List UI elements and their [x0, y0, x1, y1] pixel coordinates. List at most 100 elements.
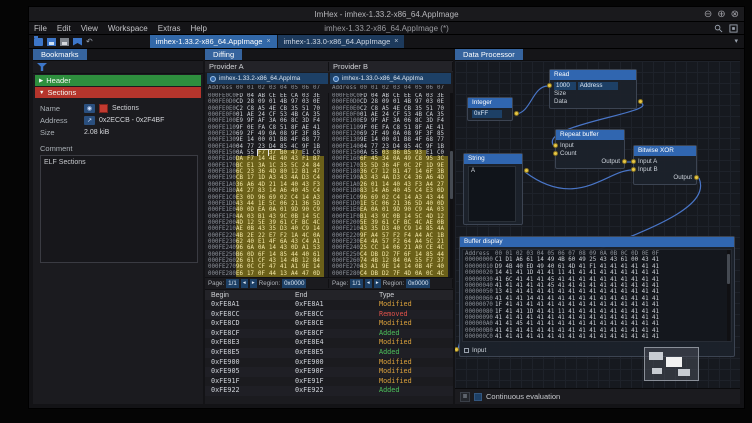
byte-cell[interactable]: 4C [437, 271, 448, 277]
byte-cell[interactable]: 17 [247, 271, 258, 277]
node-pin[interactable] [622, 159, 627, 164]
titlebar[interactable]: ImHex - imhex-1.33.2-x86_64.AppImage ⊖ ⊕… [29, 7, 744, 22]
save-icon[interactable] [47, 38, 56, 46]
node-bitwise-xor[interactable]: Bitwise XOR Input A Input B Output [633, 145, 697, 185]
col-begin[interactable]: Begin [205, 292, 289, 299]
save-as-icon[interactable] [60, 38, 69, 46]
expand-arrow-icon[interactable]: ▼ [39, 90, 44, 96]
page-prev-button[interactable]: ◂ [365, 279, 372, 288]
byte-cell[interactable]: 44 [269, 271, 280, 277]
lock-icon[interactable]: ◉ [84, 104, 95, 113]
string-value-input[interactable]: A [468, 166, 516, 222]
node-read-title[interactable]: Read [550, 70, 636, 80]
byte-cell[interactable]: 0C [426, 271, 437, 277]
menu-help[interactable]: Help [185, 24, 211, 33]
evaluation-log-icon[interactable]: ≣ [460, 392, 470, 402]
fullscreen-icon[interactable] [729, 24, 738, 33]
doc-tab-2[interactable]: imhex-1.33.0-x86_64.AppImage × [278, 35, 405, 48]
tab-bookmarks[interactable]: Bookmarks [33, 49, 87, 60]
provider-b-hex[interactable]: 000FE0C0FD04ABCEEECA033E000FE0D0CD280901… [329, 93, 453, 277]
diff-row[interactable]: 0xFE8E30xFE8E4Modified [205, 338, 453, 348]
bookmark-icon[interactable] [73, 38, 82, 46]
byte-cell[interactable]: 0A [415, 271, 426, 277]
comment-textarea[interactable]: ELF Sections [40, 155, 198, 263]
doc-tab-1-close-icon[interactable]: × [266, 38, 270, 45]
node-pin[interactable] [553, 151, 558, 156]
byte-cell[interactable]: D2 [382, 271, 393, 277]
node-pin[interactable] [455, 347, 459, 352]
node-string[interactable]: String A [463, 153, 523, 225]
provider-a-hex[interactable]: 000FE0C0FD04ABCEEECA033E000FE0D0CD280901… [205, 93, 329, 277]
byte-cell[interactable]: 7F [393, 271, 404, 277]
node-pin[interactable] [631, 167, 636, 172]
node-repeat-buffer[interactable]: Repeat buffer Input Count Output [555, 129, 625, 169]
bookmark-entry-sections[interactable]: ▼ Sections [35, 87, 201, 98]
diff-row[interactable]: 0xFE8CD0xFE8CEModified [205, 319, 453, 329]
hex-scrollbar[interactable] [450, 93, 453, 277]
read-address-input[interactable]: Address [578, 82, 618, 90]
region-value-a[interactable]: 0x0000 [282, 279, 306, 288]
open-file-icon[interactable] [34, 38, 43, 46]
undo-icon[interactable]: ↶ [86, 38, 93, 46]
bookmark-entry-header[interactable]: ▶ Header [35, 75, 201, 86]
page-value-b[interactable]: 1/1 [350, 279, 363, 288]
menu-edit[interactable]: Edit [52, 24, 76, 33]
address-value[interactable]: 0x2ECCB - 0x2F4BF [99, 117, 164, 124]
menu-extras[interactable]: Extras [153, 24, 186, 33]
buffer-hex-view[interactable]: Address00 01 02 03 04 05 06 07 08 09 0A … [462, 249, 732, 342]
buffer-hex-row[interactable]: 000000C041 41 41 41 41 41 41 41 41 41 41… [465, 334, 729, 340]
node-canvas[interactable]: Integer 0xFF Read 1000 Address [455, 61, 740, 388]
tab-diffing[interactable]: Diffing [205, 49, 242, 60]
bookmark-color-swatch[interactable] [99, 104, 108, 113]
menu-workspace[interactable]: Workspace [103, 24, 153, 33]
tab-data-processor[interactable]: Data Processor [455, 49, 523, 60]
byte-cell[interactable]: 4D [404, 271, 415, 277]
node-integer-title[interactable]: Integer [468, 98, 512, 108]
node-pin[interactable] [631, 159, 636, 164]
search-icon[interactable] [714, 24, 723, 33]
byte-cell[interactable]: 13 [280, 271, 291, 277]
region-value-b[interactable]: 0x0000 [406, 279, 430, 288]
buffer-scrollbar[interactable] [727, 250, 730, 341]
node-string-title[interactable]: String [464, 154, 522, 164]
collapse-arrow-icon[interactable]: ▶ [39, 78, 43, 84]
jump-to-address-icon[interactable]: ↗ [84, 116, 95, 125]
byte-cell[interactable]: 0F [258, 271, 269, 277]
byte-cell[interactable]: E6 [236, 271, 247, 277]
integer-value-input[interactable]: 0xFF [472, 110, 502, 118]
maximize-button[interactable]: ⊕ [717, 7, 725, 22]
provider-b-select[interactable]: imhex-1.33.0-x86_64.AppIma [330, 73, 451, 84]
hex-row[interactable]: 000FE280C4DBD27F4D0A0C4C [332, 271, 452, 277]
close-button[interactable]: ⊗ [731, 7, 739, 22]
node-integer[interactable]: Integer 0xFF [467, 97, 513, 121]
provider-a-select[interactable]: imhex-1.33.2-x86_64.AppIma [207, 73, 328, 84]
chevron-down-icon[interactable]: ▾ [734, 37, 738, 45]
continuous-evaluation-checkbox[interactable] [474, 393, 482, 401]
name-value[interactable]: Sections [112, 105, 139, 112]
node-read[interactable]: Read 1000 Address Size Data [549, 69, 637, 109]
hex-row[interactable]: 000FE280E6170F4413A4470D [208, 271, 328, 277]
node-pin[interactable] [638, 99, 643, 104]
diff-row[interactable]: 0xFE9220xFE922Added [205, 386, 453, 396]
byte-cell[interactable]: 0D [313, 271, 324, 277]
diff-row[interactable]: 0xFE9050xFE90FModified [205, 367, 453, 377]
node-pin[interactable] [547, 83, 552, 88]
node-buffer-display[interactable]: Buffer display Address00 01 02 03 04 05 … [459, 236, 735, 357]
page-next-button[interactable]: ▸ [250, 279, 257, 288]
diff-row[interactable]: 0xFE8E50xFE8E5Added [205, 348, 453, 358]
col-end[interactable]: End [289, 292, 373, 299]
minimize-button[interactable]: ⊖ [704, 7, 712, 22]
byte-cell[interactable]: DB [371, 271, 382, 277]
node-pin[interactable] [553, 143, 558, 148]
node-pin[interactable] [694, 175, 699, 180]
doc-tab-2-close-icon[interactable]: × [394, 38, 398, 45]
node-xor-title[interactable]: Bitwise XOR [634, 146, 696, 156]
node-repeat-title[interactable]: Repeat buffer [556, 130, 624, 140]
filter-icon[interactable] [37, 63, 47, 71]
page-prev-button[interactable]: ◂ [241, 279, 248, 288]
node-buffer-title[interactable]: Buffer display [460, 237, 734, 247]
diff-row[interactable]: 0xFE8CC0xFE8CCRemoved [205, 310, 453, 320]
node-editor-minimap[interactable] [644, 347, 699, 381]
node-pin[interactable] [524, 168, 529, 173]
diff-row[interactable]: 0xFE8A10xFE8A1Modified [205, 300, 453, 310]
